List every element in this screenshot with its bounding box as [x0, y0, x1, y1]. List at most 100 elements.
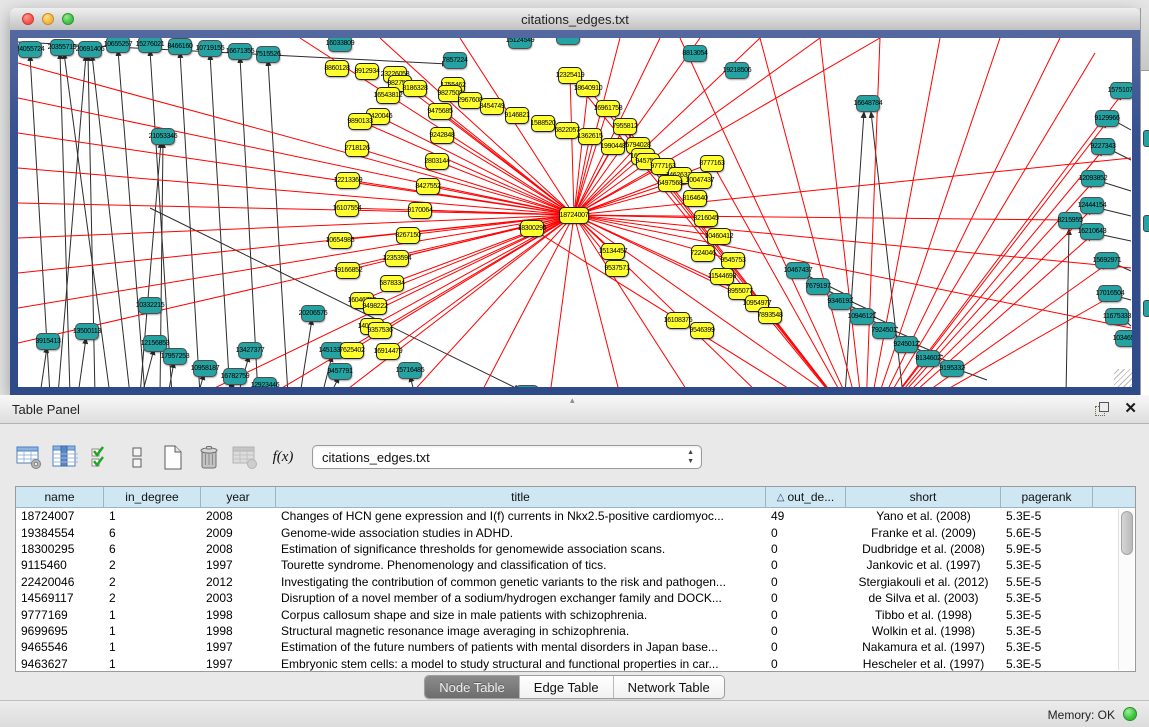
column-header-short[interactable]: short — [846, 487, 1001, 507]
graph-node[interactable]: 9498222 — [363, 298, 387, 315]
table-cell[interactable]: 0 — [766, 640, 846, 654]
graph-node[interactable]: 18300295 — [520, 220, 544, 237]
graph-node[interactable]: 8164640 — [683, 190, 707, 207]
graph-node[interactable]: 6822057 — [555, 122, 579, 139]
table-cell[interactable]: Structural magnetic resonance image aver… — [276, 624, 766, 638]
table-cell[interactable]: Stergiakouli et al. (2012) — [846, 575, 1001, 589]
graph-node[interactable]: 21053346 — [151, 128, 175, 145]
table-row[interactable]: 946362711997Embryonic stem cells: a mode… — [16, 656, 1135, 672]
graph-node[interactable]: 8215955 — [1058, 212, 1082, 229]
graph-node[interactable]: 10654985 — [328, 232, 352, 249]
graph-node[interactable]: 9146821 — [505, 107, 529, 124]
graph-node[interactable]: 16108375 — [666, 312, 690, 329]
table-cell[interactable]: 5.3E-5 — [1001, 624, 1093, 638]
table-cell[interactable]: Hescheler et al. (1997) — [846, 657, 1001, 671]
graph-node[interactable]: 12444154 — [1080, 197, 1104, 214]
graph-node[interactable]: 7625402 — [340, 342, 364, 359]
graph-node[interactable]: 15276021 — [138, 38, 162, 53]
table-selector-dropdown[interactable]: citations_edges.txt ▲▼ — [312, 445, 702, 469]
table-cell[interactable]: 0 — [766, 558, 846, 572]
table-cell[interactable]: 22420046 — [16, 575, 104, 589]
graph-node[interactable]: 9357536 — [368, 322, 392, 339]
table-cell[interactable]: 49 — [766, 509, 846, 523]
table-cell[interactable]: Yano et al. (2008) — [846, 509, 1001, 523]
graph-node[interactable]: 8134602 — [916, 350, 940, 367]
table-cell[interactable]: 5.3E-5 — [1001, 657, 1093, 671]
graph-node[interactable]: 10946121 — [850, 308, 874, 325]
graph-node[interactable]: 7857224 — [443, 52, 467, 69]
graph-node[interactable]: 9170064 — [408, 202, 432, 219]
table-row[interactable]: 911546021997Tourette syndrome. Phenomeno… — [16, 557, 1135, 573]
table-cell[interactable]: 0 — [766, 575, 846, 589]
select-rows-icon[interactable] — [86, 441, 116, 473]
graph-node[interactable]: 9545753 — [721, 252, 745, 269]
column-header-title[interactable]: title — [276, 487, 766, 507]
graph-node[interactable]: 7224046 — [691, 245, 715, 262]
graph-node[interactable]: 7515526 — [256, 46, 280, 63]
column-visibility-icon[interactable] — [50, 441, 80, 473]
close-panel-icon[interactable]: ✕ — [1124, 399, 1137, 417]
graph-node[interactable]: 15692971 — [1095, 252, 1119, 269]
network-canvas[interactable]: 2405572420355719206914061065525715276021… — [18, 38, 1132, 387]
column-header-name[interactable]: name — [16, 487, 104, 507]
table-row[interactable]: 2242004622012Investigating the contribut… — [16, 574, 1135, 590]
tab-network-table[interactable]: Network Table — [614, 676, 724, 698]
graph-node[interactable]: 9346193 — [828, 293, 852, 310]
table-cell[interactable]: 14569117 — [16, 591, 104, 605]
table-scrollbar[interactable] — [1118, 509, 1134, 670]
table-cell[interactable]: Dudbridge et al. (2008) — [846, 542, 1001, 556]
graph-node[interactable]: 11675333 — [1105, 308, 1129, 325]
table-cell[interactable]: Estimation of the future numbers of pati… — [276, 640, 766, 654]
table-cell[interactable]: 2 — [104, 591, 201, 605]
table-cell[interactable]: 5.3E-5 — [1001, 608, 1093, 622]
graph-node[interactable]: 15124549 — [508, 38, 532, 49]
table-cell[interactable]: Corpus callosum shape and size in male p… — [276, 608, 766, 622]
table-cell[interactable]: Franke et al. (2009) — [846, 526, 1001, 540]
table-cell[interactable]: 5.3E-5 — [1001, 509, 1093, 523]
graph-node[interactable]: 10346533 — [1115, 330, 1132, 347]
table-cell[interactable]: Genome-wide association studies in ADHD. — [276, 526, 766, 540]
column-header-pagerank[interactable]: pagerank — [1001, 487, 1093, 507]
graph-node[interactable]: 8267150 — [396, 227, 420, 244]
graph-node[interactable]: 9537571 — [605, 260, 629, 277]
stacked-cells-icon[interactable] — [122, 441, 152, 473]
graph-node[interactable]: 3915413 — [36, 333, 60, 350]
table-row[interactable]: 1872400712008Changes of HCN gene express… — [16, 508, 1135, 524]
table-cell[interactable]: 2009 — [201, 526, 276, 540]
graph-node[interactable]: 19218506 — [725, 62, 749, 79]
split-pane-handle[interactable]: ▴ — [570, 395, 575, 406]
table-cell[interactable]: 9115460 — [16, 558, 104, 572]
graph-node[interactable]: 8454749 — [480, 98, 504, 115]
table-cell[interactable]: Tibbo et al. (1998) — [846, 608, 1001, 622]
table-cell[interactable]: 1 — [104, 608, 201, 622]
table-cell[interactable]: 9777169 — [16, 608, 104, 622]
memory-ok-indicator[interactable] — [1123, 707, 1137, 721]
graph-node[interactable]: 8427552 — [416, 178, 440, 195]
table-cell[interactable]: 19384554 — [16, 526, 104, 540]
table-cell[interactable]: Nakamura et al. (1997) — [846, 640, 1001, 654]
graph-node[interactable]: 9890133 — [348, 113, 372, 130]
table-cell[interactable]: Jankovic et al. (1997) — [846, 558, 1001, 572]
graph-node[interactable]: 16914479 — [376, 343, 400, 360]
graph-node[interactable]: 9195332 — [940, 360, 964, 377]
graph-node[interactable]: 10047437 — [688, 172, 712, 189]
table-settings-icon[interactable] — [14, 441, 44, 473]
graph-node[interactable]: 15716485 — [398, 362, 422, 379]
table-cell[interactable]: 1 — [104, 509, 201, 523]
graph-node[interactable]: 2967608 — [458, 92, 482, 109]
graph-node[interactable]: 10958187 — [193, 360, 217, 377]
table-cell[interactable]: 1 — [104, 657, 201, 671]
resize-grip[interactable] — [1114, 369, 1132, 387]
table-cell[interactable]: 1997 — [201, 657, 276, 671]
graph-node[interactable]: 9242848 — [430, 127, 454, 144]
graph-node[interactable]: 7893548 — [758, 307, 782, 324]
graph-node[interactable]: 3216045 — [694, 210, 718, 227]
table-cell[interactable]: Investigating the contribution of common… — [276, 575, 766, 589]
graph-node[interactable]: 8186328 — [403, 80, 427, 97]
table-cell[interactable]: 2008 — [201, 542, 276, 556]
graph-node[interactable]: 9129966 — [1095, 110, 1119, 127]
graph-node[interactable]: 16543812 — [376, 87, 400, 104]
table-row[interactable]: 1456911722003Disruption of a novel membe… — [16, 590, 1135, 606]
graph-node[interactable]: 16671355 — [228, 43, 252, 60]
new-column-icon[interactable] — [158, 441, 188, 473]
